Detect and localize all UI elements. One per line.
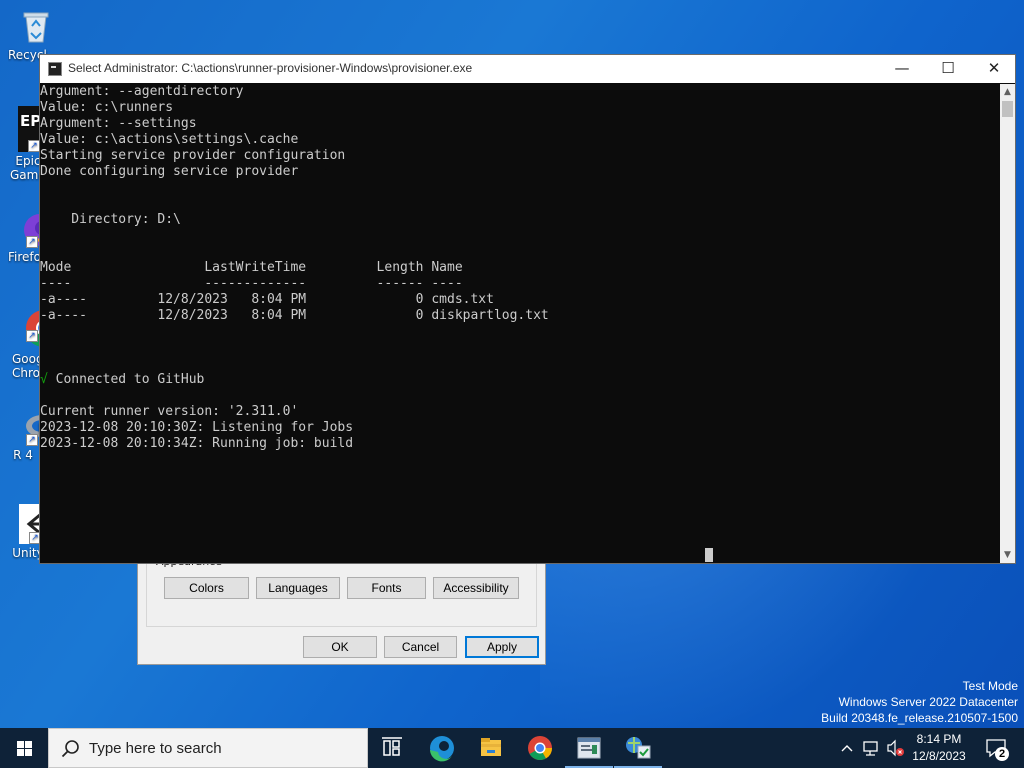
console-line: ---- ------------- ------ ---- — [40, 276, 463, 291]
taskbar-clock[interactable]: 8:14 PM 12/8/2023 — [904, 731, 974, 765]
console-line: -a---- 12/8/2023 8:04 PM 0 diskpartlog.t… — [40, 308, 549, 323]
taskbar-app-window[interactable] — [565, 728, 613, 768]
scroll-up-arrow-icon[interactable]: ▲ — [1000, 84, 1015, 100]
console-line: Current runner version: '2.311.0' — [40, 404, 299, 419]
vertical-scrollbar[interactable]: ▲ ▼ — [1000, 84, 1015, 563]
search-placeholder: Type here to search — [89, 740, 222, 757]
scroll-down-arrow-icon[interactable]: ▼ — [1000, 547, 1015, 563]
colors-button[interactable]: Colors — [164, 577, 249, 599]
task-view-icon — [382, 737, 402, 756]
desktop-icon-label: R 4 — [13, 448, 33, 462]
taskbar-search-box[interactable]: Type here to search — [48, 728, 368, 768]
console-line: Mode LastWriteTime Length Name — [40, 260, 463, 275]
accessibility-button[interactable]: Accessibility — [433, 577, 519, 599]
taskbar-chrome[interactable] — [516, 728, 564, 768]
minimize-button[interactable]: — — [879, 55, 925, 83]
recycle-bin-icon — [16, 6, 56, 46]
server-manager-icon — [626, 737, 651, 759]
check-mark-icon: √ — [40, 372, 48, 387]
console-line: Argument: --settings — [40, 116, 197, 131]
notification-count-badge: 2 — [998, 748, 1006, 760]
start-button[interactable] — [0, 728, 48, 768]
network-icon — [863, 741, 878, 756]
notification-center-button[interactable]: 2 — [978, 728, 1018, 768]
console-line: Starting service provider configuration — [40, 148, 346, 163]
console-line: Argument: --agentdirectory — [40, 84, 244, 99]
console-line: Done configuring service provider — [40, 164, 299, 179]
show-hidden-icons-button[interactable] — [837, 728, 857, 768]
scrollbar-thumb[interactable] — [1002, 101, 1013, 117]
clock-time: 8:14 PM — [916, 732, 962, 746]
apply-button[interactable]: Apply — [465, 636, 539, 658]
maximize-button[interactable]: ☐ — [925, 55, 971, 83]
clock-date: 12/8/2023 — [912, 749, 966, 763]
connected-text: Connected to GitHub — [47, 372, 205, 387]
shortcut-arrow-icon: ↗ — [26, 236, 38, 248]
console-line: 2023-12-08 20:10:34Z: Running job: build — [40, 436, 354, 451]
taskbar-server-manager[interactable] — [614, 728, 662, 768]
os-edition-text: Windows Server 2022 Datacenter — [838, 695, 1018, 709]
languages-button[interactable]: Languages — [256, 577, 340, 599]
edge-icon — [430, 736, 454, 762]
taskbar-file-explorer[interactable] — [467, 728, 515, 768]
shortcut-arrow-icon: ↗ — [26, 434, 38, 446]
console-output[interactable]: Argument: --agentdirectory Value: c:\run… — [40, 84, 1000, 564]
console-line: Value: c:\runners — [40, 100, 174, 115]
network-tray[interactable] — [859, 728, 883, 768]
fonts-button[interactable]: Fonts — [347, 577, 426, 599]
app-window-icon — [577, 737, 601, 759]
connected-line: √ Connected to GitHub — [40, 372, 1000, 388]
chrome-icon — [528, 736, 552, 761]
chevron-up-icon — [841, 745, 853, 752]
console-line: 2023-12-08 20:10:30Z: Listening for Jobs — [40, 420, 354, 435]
console-line: Directory: D:\ — [40, 212, 181, 227]
build-text: Build 20348.fe_release.210507-1500 — [821, 711, 1018, 725]
console-title-bar[interactable]: Select Administrator: C:\actions\runner-… — [40, 55, 1015, 83]
console-window[interactable]: Select Administrator: C:\actions\runner-… — [39, 54, 1016, 564]
console-line: -a---- 12/8/2023 8:04 PM 0 cmds.txt — [40, 292, 494, 307]
volume-tray[interactable] — [884, 728, 906, 768]
shortcut-arrow-icon: ↗ — [26, 330, 38, 342]
file-explorer-icon — [481, 738, 501, 756]
cancel-button[interactable]: Cancel — [384, 636, 457, 658]
ok-button[interactable]: OK — [303, 636, 377, 658]
test-mode-text: Test Mode — [962, 679, 1018, 693]
task-view-button[interactable] — [368, 728, 416, 768]
text-cursor — [705, 548, 713, 562]
close-button[interactable]: ✕ — [971, 55, 1017, 83]
volume-muted-icon — [887, 739, 904, 757]
taskbar: Type here to search 8:14 PM 12/8/2023 2 — [0, 728, 1024, 768]
search-icon — [61, 740, 79, 758]
windows-logo-icon — [17, 741, 32, 756]
console-title: Select Administrator: C:\actions\runner-… — [68, 61, 473, 75]
console-app-icon[interactable] — [48, 62, 62, 76]
windows-watermark: Test Mode Windows Server 2022 Datacenter… — [821, 678, 1018, 726]
console-line: Value: c:\actions\settings\.cache — [40, 132, 299, 147]
taskbar-edge[interactable] — [418, 728, 466, 768]
